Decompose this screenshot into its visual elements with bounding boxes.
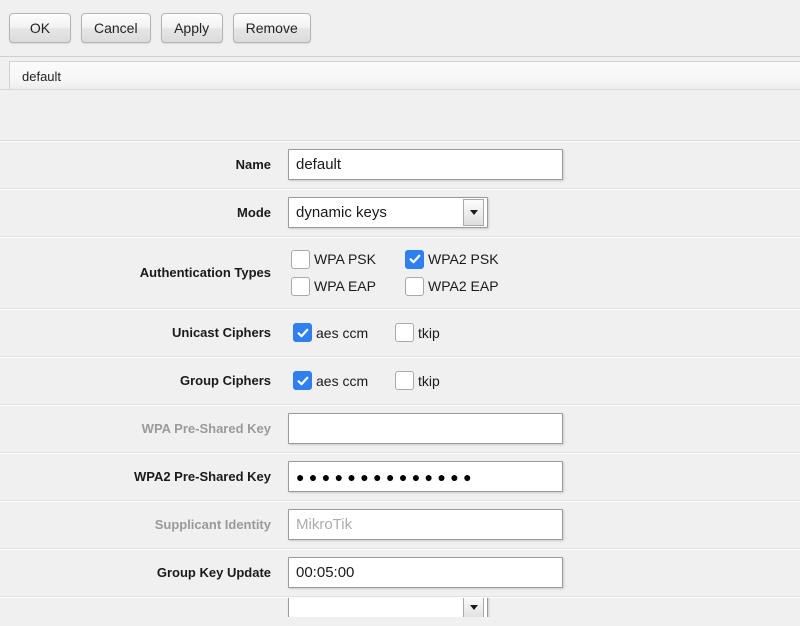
control-name: default xyxy=(288,149,800,180)
checkbox-group-aes-ccm-box[interactable] xyxy=(293,371,312,390)
ok-button[interactable]: OK xyxy=(9,13,71,43)
checkbox-wpa-eap[interactable]: WPA EAP xyxy=(291,276,405,296)
cancel-button[interactable]: Cancel xyxy=(81,13,151,43)
apply-button[interactable]: Apply xyxy=(160,13,223,43)
row-wpa-preshared-key: WPA Pre-Shared Key xyxy=(0,405,800,453)
checkbox-unicast-aes-ccm[interactable]: aes ccm xyxy=(293,323,395,342)
group-key-update-input[interactable]: 00:05:00 xyxy=(288,557,563,588)
partial-clipped-select[interactable] xyxy=(288,597,488,617)
remove-button[interactable]: Remove xyxy=(232,13,311,43)
checkbox-unicast-tkip-box[interactable] xyxy=(395,323,414,342)
dialog-toolbar: OK Cancel Apply Remove xyxy=(0,0,800,56)
checkbox-wpa2-psk-box[interactable] xyxy=(405,249,424,269)
row-name: Name default xyxy=(0,141,800,189)
row-group-key-update: Group Key Update 00:05:00 xyxy=(0,549,800,597)
label-authentication-types: Authentication Types xyxy=(139,265,271,280)
chevron-down-icon[interactable] xyxy=(463,199,484,226)
control-supplicant-identity: MikroTik xyxy=(288,509,800,540)
supplicant-identity-input[interactable]: MikroTik xyxy=(288,509,563,540)
checkbox-group-tkip[interactable]: tkip xyxy=(395,371,440,390)
chevron-down-icon-clipped[interactable] xyxy=(463,597,484,617)
row-partial-clipped xyxy=(0,597,800,617)
row-supplicant-identity: Supplicant Identity MikroTik xyxy=(0,501,800,549)
label-supplicant-identity: Supplicant Identity xyxy=(154,517,271,532)
name-input[interactable]: default xyxy=(288,149,563,180)
control-partial-clipped xyxy=(288,597,800,617)
label-wpa2-preshared-key: WPA2 Pre-Shared Key xyxy=(133,469,271,484)
label-mode: Mode xyxy=(237,205,271,220)
row-wpa2-preshared-key: WPA2 Pre-Shared Key ●●●●●●●●●●●●●● xyxy=(0,453,800,501)
label-name: Name xyxy=(235,157,271,172)
checkbox-wpa2-eap-box[interactable] xyxy=(405,276,424,296)
checkbox-unicast-tkip-label: tkip xyxy=(418,324,440,341)
security-profile-form: Name default Mode dynamic keys Authentic… xyxy=(0,141,800,617)
checkbox-group-aes-ccm-label: aes ccm xyxy=(316,372,369,389)
checkbox-wpa-eap-label: WPA EAP xyxy=(314,278,376,294)
checkbox-wpa2-psk[interactable]: WPA2 PSK xyxy=(405,249,499,269)
tab-strip: default xyxy=(0,56,800,90)
checkbox-group-tkip-box[interactable] xyxy=(395,371,414,390)
label-group-key-update: Group Key Update xyxy=(156,565,271,580)
row-authentication-types: Authentication Types WPA PSK WPA2 PSK WP… xyxy=(0,237,800,309)
checkbox-wpa-psk-label: WPA PSK xyxy=(314,251,376,267)
checkbox-wpa2-psk-label: WPA2 PSK xyxy=(428,251,499,267)
checkbox-wpa2-eap-label: WPA2 EAP xyxy=(428,278,499,294)
row-mode: Mode dynamic keys xyxy=(0,189,800,237)
label-wpa-preshared-key: WPA Pre-Shared Key xyxy=(141,421,271,436)
checkbox-unicast-aes-ccm-box[interactable] xyxy=(293,323,312,342)
label-group-ciphers: Group Ciphers xyxy=(179,373,271,388)
tab-strip-divider xyxy=(0,89,800,90)
mode-select-value: dynamic keys xyxy=(296,204,387,221)
control-unicast-ciphers: aes ccm tkip xyxy=(288,323,800,342)
checkbox-wpa-psk-box[interactable] xyxy=(291,249,310,269)
wpa2-preshared-key-input[interactable]: ●●●●●●●●●●●●●● xyxy=(288,461,563,492)
checkbox-wpa2-eap[interactable]: WPA2 EAP xyxy=(405,276,499,296)
control-group-key-update: 00:05:00 xyxy=(288,557,800,588)
wpa-preshared-key-input[interactable] xyxy=(288,413,563,444)
checkbox-group-aes-ccm[interactable]: aes ccm xyxy=(293,371,395,390)
row-group-ciphers: Group Ciphers aes ccm tkip xyxy=(0,357,800,405)
wpa2-preshared-key-masked-value: ●●●●●●●●●●●●●● xyxy=(296,468,476,485)
tab-default[interactable]: default xyxy=(9,61,800,90)
control-wpa2-preshared-key: ●●●●●●●●●●●●●● xyxy=(288,461,800,492)
control-authentication-types: WPA PSK WPA2 PSK WPA EAP WPA2 EAP xyxy=(288,249,800,296)
checkbox-unicast-aes-ccm-label: aes ccm xyxy=(316,324,369,341)
tab-default-label: default xyxy=(22,68,62,84)
checkbox-wpa-psk[interactable]: WPA PSK xyxy=(291,249,405,269)
control-wpa-preshared-key xyxy=(288,413,800,444)
checkbox-unicast-tkip[interactable]: tkip xyxy=(395,323,440,342)
row-unicast-ciphers: Unicast Ciphers aes ccm tkip xyxy=(0,309,800,357)
mode-select[interactable]: dynamic keys xyxy=(288,197,488,228)
checkbox-group-tkip-label: tkip xyxy=(418,372,440,389)
label-unicast-ciphers: Unicast Ciphers xyxy=(172,325,271,340)
control-group-ciphers: aes ccm tkip xyxy=(288,371,800,390)
content-top-spacer xyxy=(0,90,800,141)
control-mode: dynamic keys xyxy=(288,197,800,228)
checkbox-wpa-eap-box[interactable] xyxy=(291,276,310,296)
